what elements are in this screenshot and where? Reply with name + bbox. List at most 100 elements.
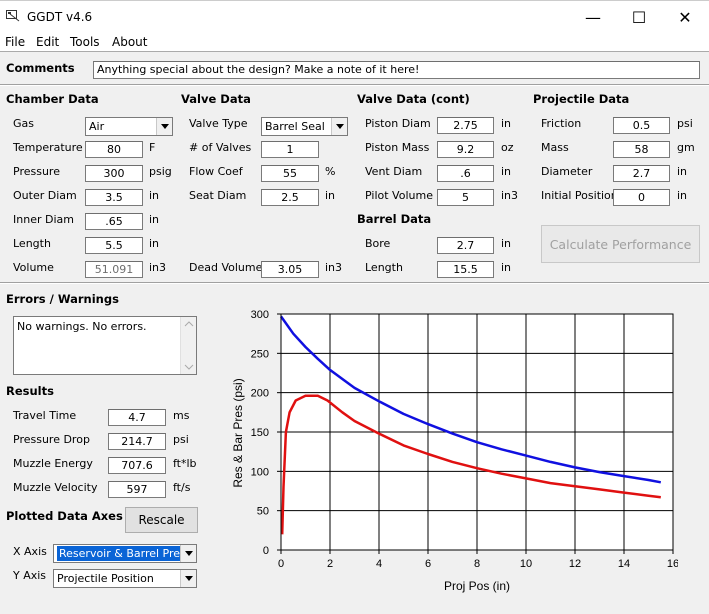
initial-position-label: Initial Position: [541, 189, 618, 202]
piston-diam-input[interactable]: 2.75: [437, 117, 494, 134]
x-axis-select[interactable]: Reservoir & Barrel Pressu: [53, 544, 197, 563]
minimize-button[interactable]: —: [570, 1, 616, 33]
vent-diam-input[interactable]: .6: [437, 165, 494, 182]
muzzle-energy-unit: ft*lb: [173, 457, 197, 470]
title-bar: GGDT v4.6 — ☐ ✕: [0, 0, 709, 32]
mass-input[interactable]: 58: [613, 141, 670, 158]
muzzle-energy-readout: 707.6: [108, 457, 166, 474]
menu-about[interactable]: About: [112, 35, 147, 49]
length-input[interactable]: 5.5: [85, 237, 143, 254]
inner-diam-input[interactable]: .65: [85, 213, 143, 230]
menu-edit[interactable]: Edit: [36, 35, 59, 49]
flow-coef-label: Flow Coef: [189, 165, 243, 178]
errors-text: No warnings. No errors.: [17, 320, 147, 333]
seat-diam-input[interactable]: 2.5: [261, 189, 319, 206]
friction-unit: psi: [677, 117, 693, 130]
pressure-chart: 0 2 4 6 8 10 12 14 16 0 50 100 150 200 250 300 Proj Pos…: [231, 309, 678, 593]
comments-input[interactable]: Anything special about the design? Make …: [93, 61, 700, 79]
y-tick-label: 150: [251, 427, 269, 439]
volume-readout: 51.091: [85, 261, 143, 278]
flow-coef-input[interactable]: 55: [261, 165, 319, 182]
results-heading: Results: [6, 384, 54, 398]
friction-input[interactable]: 0.5: [613, 117, 670, 134]
initial-position-unit: in: [677, 189, 688, 202]
y-tick-label: 300: [251, 309, 269, 321]
length-unit: in: [149, 237, 160, 250]
errors-textarea[interactable]: No warnings. No errors.: [13, 316, 197, 375]
maximize-icon: ☐: [631, 7, 647, 27]
travel-time-unit: ms: [173, 409, 190, 422]
x-tick-label: 14: [618, 558, 630, 570]
temperature-label: Temperature: [13, 141, 83, 154]
menu-tools[interactable]: Tools: [70, 35, 100, 49]
y-tick-label: 250: [251, 348, 269, 360]
close-button[interactable]: ✕: [662, 1, 708, 33]
pilot-volume-unit: in3: [501, 189, 519, 202]
y-tick-label: 200: [251, 388, 269, 400]
valve-type-select[interactable]: Barrel Seal: [261, 117, 348, 136]
x-axis-label: X Axis: [13, 545, 47, 558]
piston-diam-label: Piston Diam: [365, 117, 431, 130]
travel-time-label: Travel Time: [13, 409, 77, 422]
calculate-performance-button[interactable]: Calculate Performance: [541, 225, 700, 263]
valve-type-label: Valve Type: [189, 117, 248, 130]
muzzle-energy-label: Muzzle Energy: [13, 457, 93, 470]
flow-coef-unit: %: [325, 165, 336, 178]
y-tick-label: 0: [263, 545, 269, 557]
x-tick-label: 12: [569, 558, 581, 570]
vent-diam-unit: in: [501, 165, 512, 178]
barrel-length-label: Length: [365, 261, 403, 274]
muzzle-velocity-unit: ft/s: [173, 481, 191, 494]
comments-label: Comments: [6, 61, 75, 75]
bore-unit: in: [501, 237, 512, 250]
y-axis-label: Y Axis: [13, 569, 47, 582]
y-axis-select[interactable]: Projectile Position: [53, 569, 197, 588]
gas-select[interactable]: Air: [85, 117, 173, 136]
muzzle-velocity-label: Muzzle Velocity: [13, 481, 98, 494]
valve-heading: Valve Data: [181, 92, 251, 106]
num-valves-input[interactable]: 1: [261, 141, 319, 158]
axes-heading: Plotted Data Axes: [6, 509, 123, 523]
window-title: GGDT v4.6: [27, 10, 93, 24]
x-axis-value: Reservoir & Barrel Pressu: [57, 546, 196, 561]
piston-mass-input[interactable]: 9.2: [437, 141, 494, 158]
maximize-button[interactable]: ☐: [616, 1, 662, 33]
diameter-input[interactable]: 2.7: [613, 165, 670, 182]
menu-bar: File Edit Tools About: [0, 32, 709, 52]
seat-diam-label: Seat Diam: [189, 189, 247, 202]
dead-volume-label: Dead Volume: [189, 261, 263, 274]
inner-diam-unit: in: [149, 213, 160, 226]
dead-volume-input[interactable]: 3.05: [261, 261, 319, 278]
temperature-input[interactable]: 80: [85, 141, 143, 158]
bore-input[interactable]: 2.7: [437, 237, 494, 254]
x-tick-label: 10: [520, 558, 532, 570]
chevron-down-icon: [156, 118, 172, 135]
pressure-drop-label: Pressure Drop: [13, 433, 90, 446]
y-tick-label: 100: [251, 466, 269, 478]
projectile-heading: Projectile Data: [533, 92, 630, 106]
outer-diam-unit: in: [149, 189, 160, 202]
pilot-volume-input[interactable]: 5: [437, 189, 494, 206]
initial-position-input[interactable]: 0: [613, 189, 670, 206]
scrollbar[interactable]: [180, 317, 196, 374]
outer-diam-input[interactable]: 3.5: [85, 189, 143, 206]
pressure-drop-readout: 214.7: [108, 433, 166, 450]
divider: [0, 84, 709, 86]
barrel-length-input[interactable]: 15.5: [437, 261, 494, 278]
chevron-down-icon: [180, 545, 196, 562]
pilot-volume-label: Pilot Volume: [365, 189, 433, 202]
x-axis-title: Proj Pos (in): [444, 579, 510, 593]
minimize-icon: —: [585, 7, 601, 27]
diameter-label: Diameter: [541, 165, 593, 178]
rescale-button[interactable]: Rescale: [125, 507, 198, 533]
volume-unit: in3: [149, 261, 167, 274]
menu-file[interactable]: File: [5, 35, 25, 49]
vent-diam-label: Vent Diam: [365, 165, 423, 178]
bore-label: Bore: [365, 237, 391, 250]
app-icon: [6, 10, 20, 22]
gas-label: Gas: [13, 117, 34, 130]
y-tick-label: 50: [257, 506, 269, 518]
volume-label: Volume: [13, 261, 54, 274]
pressure-input[interactable]: 300: [85, 165, 143, 182]
gas-value: Air: [89, 120, 105, 133]
